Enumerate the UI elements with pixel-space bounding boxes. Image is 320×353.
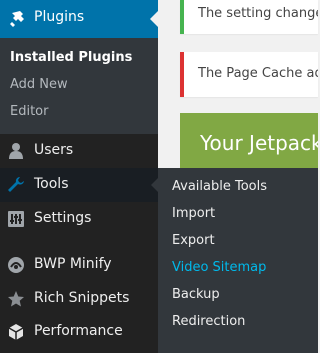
flyout-backup[interactable]: Backup: [172, 287, 220, 302]
submenu-editor[interactable]: Editor: [10, 104, 48, 119]
notice-error-bar: [180, 52, 184, 97]
tools-icon: [7, 176, 25, 194]
jetpack-banner: Your Jetpack: [180, 113, 318, 173]
admin-sidebar: Plugins Installed Plugins Add New Editor…: [0, 0, 158, 353]
performance-cube-icon: [7, 323, 25, 341]
menu-label-performance: Performance: [34, 323, 123, 339]
menu-item-plugins[interactable]: Plugins: [0, 0, 158, 38]
flyout-available-tools[interactable]: Available Tools: [172, 179, 267, 194]
notice-success-text: The setting change(s: [198, 6, 318, 21]
menu-label-plugins: Plugins: [34, 9, 85, 25]
menu-label-settings: Settings: [34, 210, 92, 226]
submenu-installed-plugins[interactable]: Installed Plugins: [10, 50, 132, 65]
menu-item-tools[interactable]: Tools: [0, 168, 158, 202]
settings-icon: [7, 210, 25, 228]
flyout-export[interactable]: Export: [172, 233, 215, 248]
menu-item-bwp-minify[interactable]: BWP Minify: [0, 248, 158, 282]
notice-error-text: The Page Cache add: [198, 66, 318, 81]
notice-success: The setting change(s: [180, 0, 318, 34]
menu-label-rich-snippets: Rich Snippets: [34, 290, 130, 306]
menu-label-users: Users: [34, 142, 74, 158]
current-menu-arrow: [150, 11, 158, 27]
users-icon: [7, 142, 25, 160]
tools-flyout-menu: Available Tools Import Export Video Site…: [158, 168, 318, 353]
rich-snippets-star-icon: [7, 290, 25, 308]
menu-item-settings[interactable]: Settings: [0, 202, 158, 236]
menu-item-users[interactable]: Users: [0, 134, 158, 168]
plugins-icon: [9, 10, 27, 28]
flyout-import[interactable]: Import: [172, 206, 215, 221]
flyout-arrow: [151, 178, 158, 192]
notice-success-bar: [180, 0, 184, 34]
menu-label-tools: Tools: [34, 176, 69, 192]
menu-label-bwp-minify: BWP Minify: [34, 256, 112, 272]
flyout-video-sitemap[interactable]: Video Sitemap: [172, 260, 266, 275]
menu-item-rich-snippets[interactable]: Rich Snippets: [0, 282, 158, 316]
plugins-submenu: Installed Plugins Add New Editor: [0, 38, 158, 134]
flyout-redirection[interactable]: Redirection: [172, 314, 245, 329]
menu-item-performance[interactable]: Performance: [0, 315, 158, 349]
jetpack-banner-title: Your Jetpack: [200, 131, 318, 155]
bwp-minify-icon: [7, 256, 25, 274]
submenu-add-new[interactable]: Add New: [10, 77, 68, 92]
notice-error: The Page Cache add: [180, 52, 318, 97]
